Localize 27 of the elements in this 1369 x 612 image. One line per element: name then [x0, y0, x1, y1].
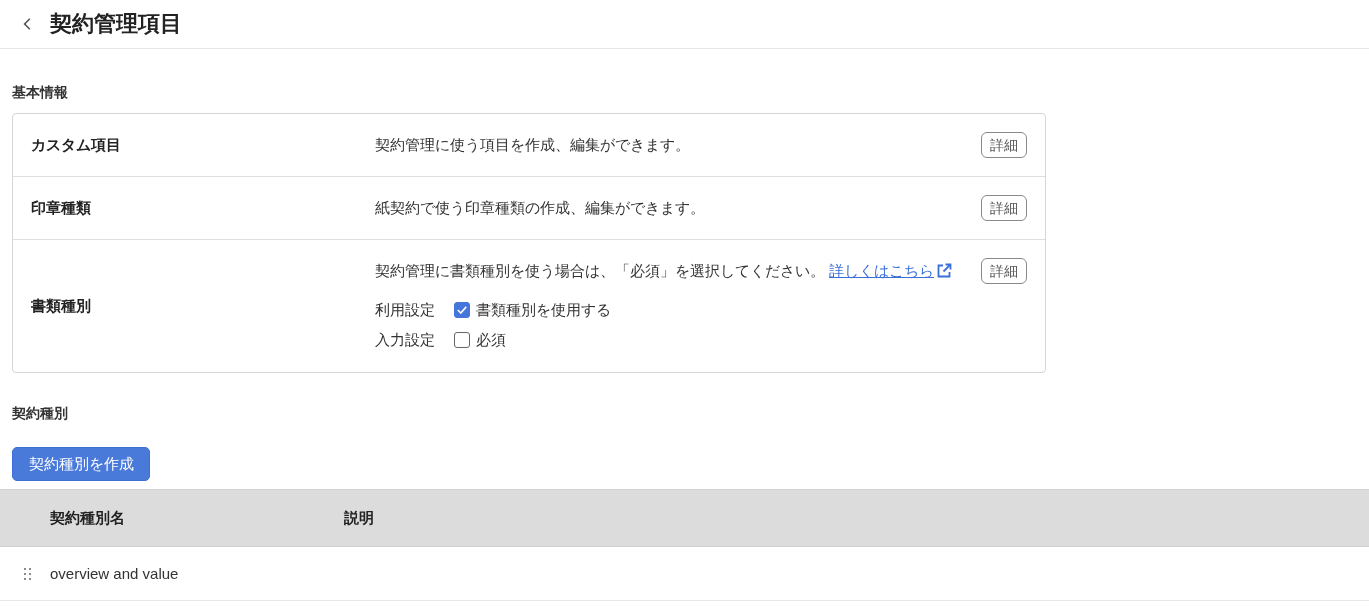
column-header: 契約種別名 — [50, 508, 126, 528]
setting-label: 入力設定 — [375, 330, 436, 350]
section-heading: 基本情報 — [12, 83, 69, 102]
column-header: 説明 — [344, 508, 374, 528]
back-chevron-icon[interactable] — [23, 18, 31, 30]
row-description: 契約管理に書類種別を使う場合は、「必須」を選択してください。 — [375, 261, 825, 281]
detail-button[interactable]: 詳細 — [981, 195, 1027, 221]
create-contract-type-button[interactable]: 契約種別を作成 — [12, 447, 150, 481]
checkbox[interactable] — [454, 332, 470, 348]
setting-label: 利用設定 — [375, 300, 436, 320]
section-heading: 契約種別 — [12, 404, 69, 423]
external-link-icon[interactable] — [936, 263, 952, 279]
row-label: 印章種類 — [31, 198, 92, 218]
detail-button[interactable]: 詳細 — [981, 132, 1027, 158]
row-label: 書類種別 — [31, 296, 92, 316]
row-label: カスタム項目 — [31, 135, 122, 155]
table-cell: overview and value — [50, 565, 179, 582]
checkbox-label[interactable]: 必須 — [476, 330, 506, 350]
checkmark-icon — [457, 306, 467, 314]
row-description: 紙契約で使う印章種類の作成、編集ができます。 — [375, 198, 705, 218]
drag-handle-icon[interactable] — [24, 567, 31, 580]
row-description: 契約管理に使う項目を作成、編集ができます。 — [375, 135, 690, 155]
page-title: 契約管理項目 — [50, 10, 182, 38]
details-link[interactable]: 詳しくはこちら — [829, 261, 934, 281]
checkbox[interactable] — [454, 302, 470, 318]
detail-button[interactable]: 詳細 — [981, 258, 1027, 284]
checkbox-label[interactable]: 書類種別を使用する — [476, 300, 611, 320]
